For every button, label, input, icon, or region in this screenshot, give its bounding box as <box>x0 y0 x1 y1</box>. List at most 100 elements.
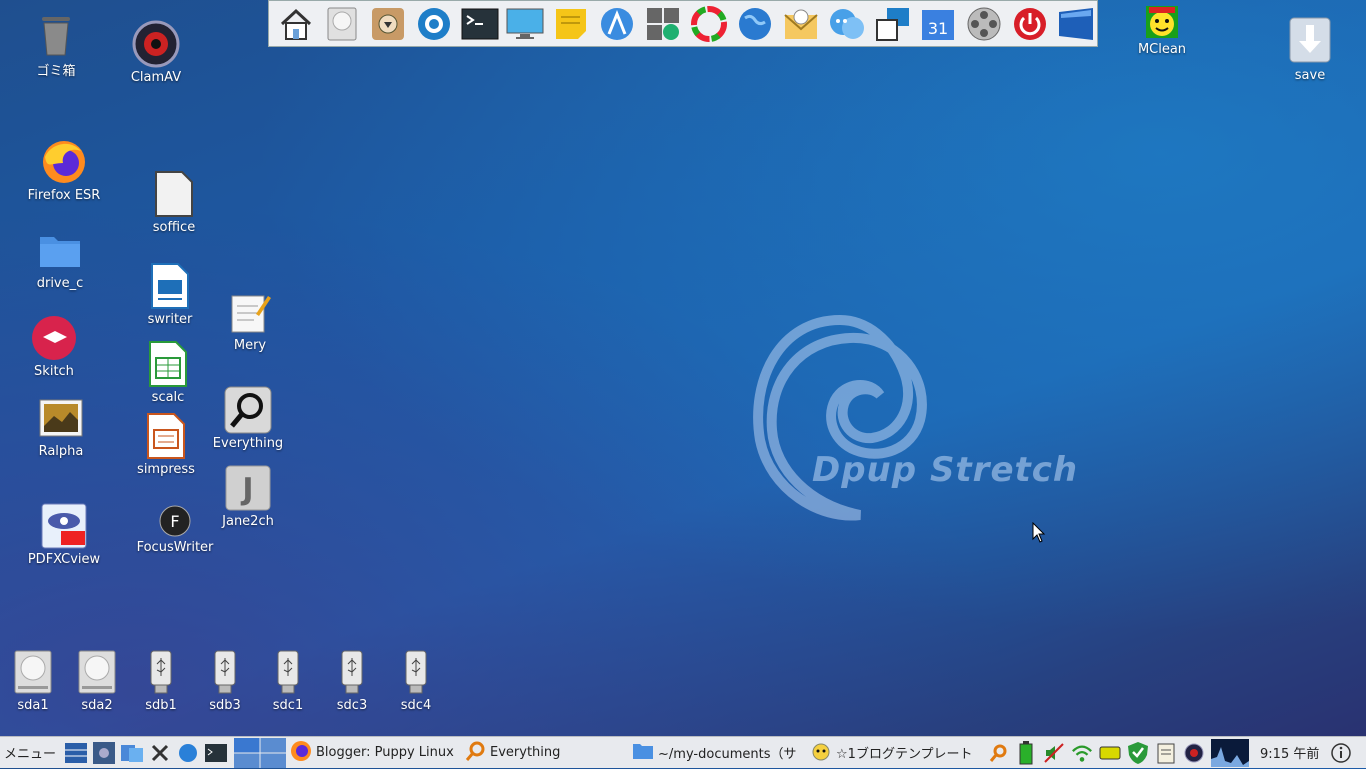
drive-icon-sdc4[interactable]: sdc4 <box>381 648 451 713</box>
calendar-icon[interactable]: 31 <box>917 3 959 45</box>
task-button-browser[interactable]: Blogger: Puppy Linux <box>286 737 460 769</box>
task-label: Blogger: Puppy Linux <box>316 745 454 760</box>
drive-status-icon[interactable] <box>1099 742 1121 764</box>
desktop-icon-label: Mery <box>233 338 267 353</box>
drive-icon-sdb1[interactable]: sdb1 <box>126 648 196 713</box>
desktop-icon-clamav[interactable]: ClamAV <box>111 20 201 85</box>
task-label: ☆1ブログテンプレート <box>836 747 973 762</box>
desktop-icon-focuswriter[interactable]: F FocusWriter <box>130 504 220 555</box>
trash-icon <box>32 10 80 58</box>
desktop-icon-scalc[interactable]: scalc <box>123 340 213 405</box>
info-icon[interactable] <box>1330 742 1352 764</box>
drive-icon-sdb3[interactable]: sdb3 <box>190 648 260 713</box>
launcher-bar: 31 <box>268 0 1098 47</box>
home-icon[interactable] <box>275 3 317 45</box>
drive-label: sdb1 <box>145 698 177 713</box>
download-manager-icon[interactable] <box>367 3 409 45</box>
browser-globe-icon[interactable] <box>177 742 199 764</box>
desktop-icon-mclean[interactable]: MClean <box>1117 4 1207 57</box>
desktop-icon-simpress[interactable]: simpress <box>121 412 211 477</box>
chat-icon[interactable] <box>826 3 868 45</box>
task-button-blog-template[interactable]: ☆1ブログテンプレート <box>806 737 984 769</box>
desktop-icon-label: ClamAV <box>130 70 182 85</box>
battery-icon[interactable] <box>1015 740 1037 764</box>
desktop-icon-trash[interactable]: ゴミ箱 <box>11 10 101 79</box>
drive-icon-sdc1[interactable]: sdc1 <box>253 648 323 713</box>
window-switcher-icon[interactable] <box>872 3 914 45</box>
app-launcher-a-icon[interactable] <box>596 3 638 45</box>
file-manager-icon[interactable] <box>121 742 144 764</box>
desktop-icon-pdfxcview[interactable]: PDFXCview <box>19 502 109 567</box>
desktop-icon-label: Everything <box>212 436 284 451</box>
menu-button[interactable]: メニュー <box>0 737 62 769</box>
task-button-everything[interactable]: Everything <box>460 737 628 769</box>
desktop-icon-soffice[interactable]: soffice <box>129 170 219 235</box>
desktop-icon-label: soffice <box>152 220 196 235</box>
desktop-icon-label: drive_c <box>36 276 84 291</box>
search-tray-icon[interactable] <box>987 742 1009 764</box>
desktop-icon-swriter[interactable]: swriter <box>125 262 215 327</box>
film-reel-icon[interactable] <box>963 3 1005 45</box>
mclean-icon <box>1138 4 1186 40</box>
terminal-small-icon[interactable] <box>205 742 228 764</box>
clamav-tray-icon[interactable] <box>1183 742 1205 764</box>
drive-icon-sdc3[interactable]: sdc3 <box>317 648 387 713</box>
task-label: ~/my-documents（サ <box>658 747 797 762</box>
drive-label: sdb3 <box>209 698 241 713</box>
desktop-icon-label: scalc <box>151 390 185 405</box>
window-list-icon[interactable] <box>65 742 88 764</box>
calendar-day: 31 <box>928 19 948 38</box>
terminal-icon[interactable] <box>459 3 501 45</box>
usb-drive-icon <box>137 648 185 696</box>
task-button-file-manager[interactable]: ~/my-documents（サ <box>628 737 806 769</box>
mail-icon[interactable] <box>780 3 822 45</box>
x-tools-icon[interactable] <box>149 742 171 764</box>
clamav-icon <box>132 20 180 68</box>
mouse-cursor-icon <box>1032 522 1046 543</box>
clock-label: 9:15 午前 <box>1260 747 1320 762</box>
usb-drive-icon <box>328 648 376 696</box>
folder-icon <box>36 226 84 274</box>
drive-label: sdc3 <box>336 698 368 713</box>
color-wheel-icon[interactable] <box>688 3 730 45</box>
globe-icon[interactable] <box>734 3 776 45</box>
desktop-icon-everything[interactable]: Everything <box>203 386 293 451</box>
wifi-icon[interactable] <box>1071 742 1093 764</box>
menu-button-label: メニュー <box>4 747 57 762</box>
tools-icon[interactable] <box>93 741 116 764</box>
focuswriter-glyph: F <box>170 512 179 531</box>
desktop-icon-ralpha[interactable]: Ralpha <box>16 394 106 459</box>
firefox-icon <box>40 138 88 186</box>
usb-drive-icon <box>392 648 440 696</box>
drive-label: sdc1 <box>272 698 304 713</box>
calculator-icon[interactable] <box>642 3 684 45</box>
desktop-icon-mery[interactable]: Mery <box>205 288 295 353</box>
focuswriter-icon: F <box>151 504 199 538</box>
task-label: Everything <box>490 745 561 760</box>
drive-icon-sda2[interactable]: sda2 <box>62 648 132 713</box>
sticky-notes-icon[interactable] <box>550 3 592 45</box>
settings-gear-icon[interactable] <box>413 3 455 45</box>
clipboard-icon[interactable] <box>1155 742 1177 764</box>
cpu-monitor-icon[interactable] <box>1211 738 1250 767</box>
desktop-icon-skitch[interactable]: Skitch <box>9 314 99 379</box>
hard-disk-icon <box>9 648 57 696</box>
monitor-icon[interactable] <box>504 3 546 45</box>
debian-swirl-logo <box>753 314 927 521</box>
desktop-icon-save[interactable]: save <box>1265 14 1355 83</box>
drive-icon[interactable] <box>321 3 363 45</box>
power-icon[interactable] <box>1009 3 1051 45</box>
desktop-icon-firefox[interactable]: Firefox ESR <box>19 138 109 203</box>
usb-drive-icon <box>264 648 312 696</box>
volume-muted-icon[interactable] <box>1043 742 1065 764</box>
desktop-icon-drive-c[interactable]: drive_c <box>15 226 105 291</box>
workspace-pager[interactable] <box>234 737 287 769</box>
skitch-icon <box>30 314 78 362</box>
drive-label: sda1 <box>17 698 49 713</box>
drive-icon-sda1[interactable]: sda1 <box>0 648 68 713</box>
desktop-icon-label: ゴミ箱 <box>36 64 76 79</box>
windows-icon[interactable] <box>1055 3 1097 45</box>
clock[interactable]: 9:15 午前 <box>1252 737 1327 769</box>
desktop-icon-label: swriter <box>147 312 193 327</box>
shield-icon[interactable] <box>1127 741 1149 764</box>
